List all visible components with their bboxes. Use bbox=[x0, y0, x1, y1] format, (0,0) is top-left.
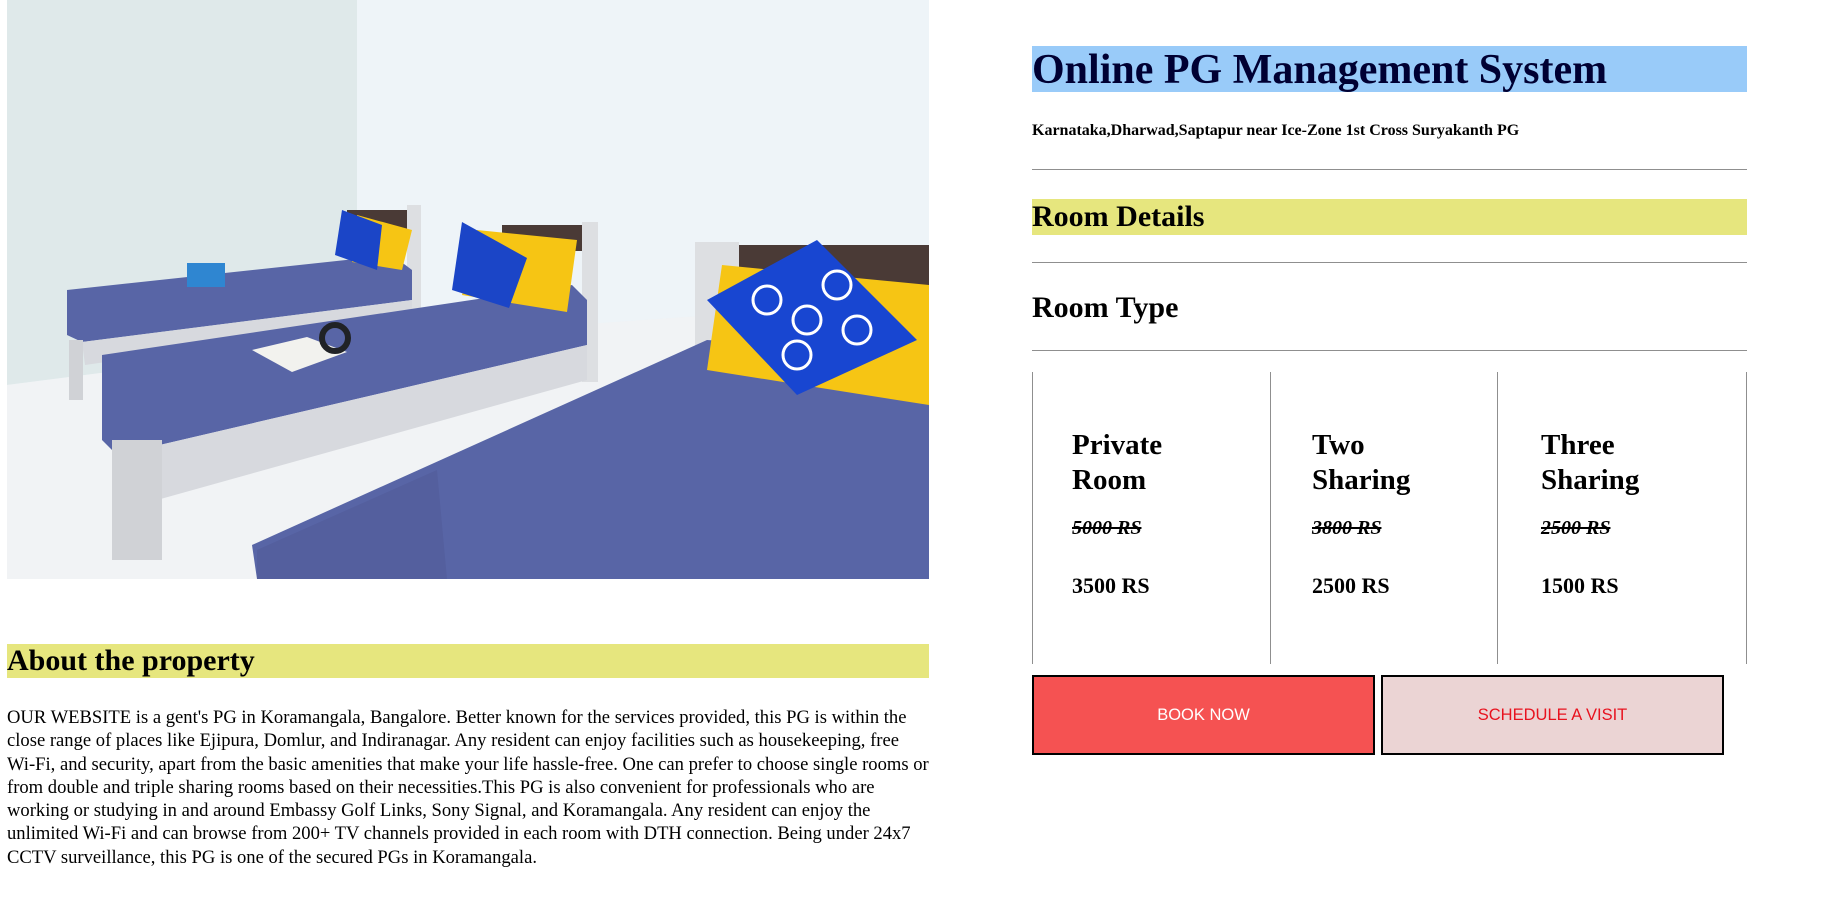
room-details-heading: Room Details bbox=[1032, 199, 1747, 235]
about-property-heading: About the property bbox=[7, 644, 929, 678]
schedule-visit-button[interactable]: SCHEDULE A VISIT bbox=[1381, 675, 1724, 755]
plan-divider bbox=[1032, 372, 1033, 664]
plan-two-sharing: Two Sharing 3800 RS 2500 RS bbox=[1312, 428, 1452, 598]
room-type-heading: Room Type bbox=[1032, 291, 1179, 324]
plan-name: Private Room bbox=[1072, 429, 1163, 496]
book-now-button[interactable]: BOOK NOW bbox=[1032, 675, 1375, 755]
plan-old-price: 5000 RS bbox=[1072, 517, 1142, 539]
plan-name: Three Sharing bbox=[1541, 429, 1640, 496]
plan-three-sharing: Three Sharing 2500 RS 1500 RS bbox=[1541, 428, 1681, 598]
plan-new-price: 1500 RS bbox=[1541, 573, 1619, 598]
plan-divider bbox=[1270, 372, 1271, 664]
pg-address: Karnataka,Dharwad,Saptapur near Ice-Zone… bbox=[1032, 122, 1520, 139]
page-title: Online PG Management System bbox=[1032, 46, 1747, 93]
about-property-text: OUR WEBSITE is a gent's PG in Koramangal… bbox=[7, 707, 929, 868]
plan-new-price: 2500 RS bbox=[1312, 573, 1390, 598]
plan-old-price: 2500 RS bbox=[1541, 517, 1611, 539]
plan-private-room: Private Room 5000 RS 3500 RS bbox=[1072, 428, 1212, 598]
plan-new-price: 3500 RS bbox=[1072, 573, 1150, 598]
divider bbox=[1032, 169, 1747, 170]
plan-divider bbox=[1497, 372, 1498, 664]
divider bbox=[1032, 350, 1747, 351]
plan-divider bbox=[1746, 372, 1747, 664]
room-photo bbox=[7, 0, 929, 579]
divider bbox=[1032, 262, 1747, 263]
plan-name: Two Sharing bbox=[1312, 429, 1411, 496]
plan-old-price: 3800 RS bbox=[1312, 517, 1382, 539]
room-plans: Private Room 5000 RS 3500 RS Two Sharing… bbox=[1032, 372, 1747, 664]
